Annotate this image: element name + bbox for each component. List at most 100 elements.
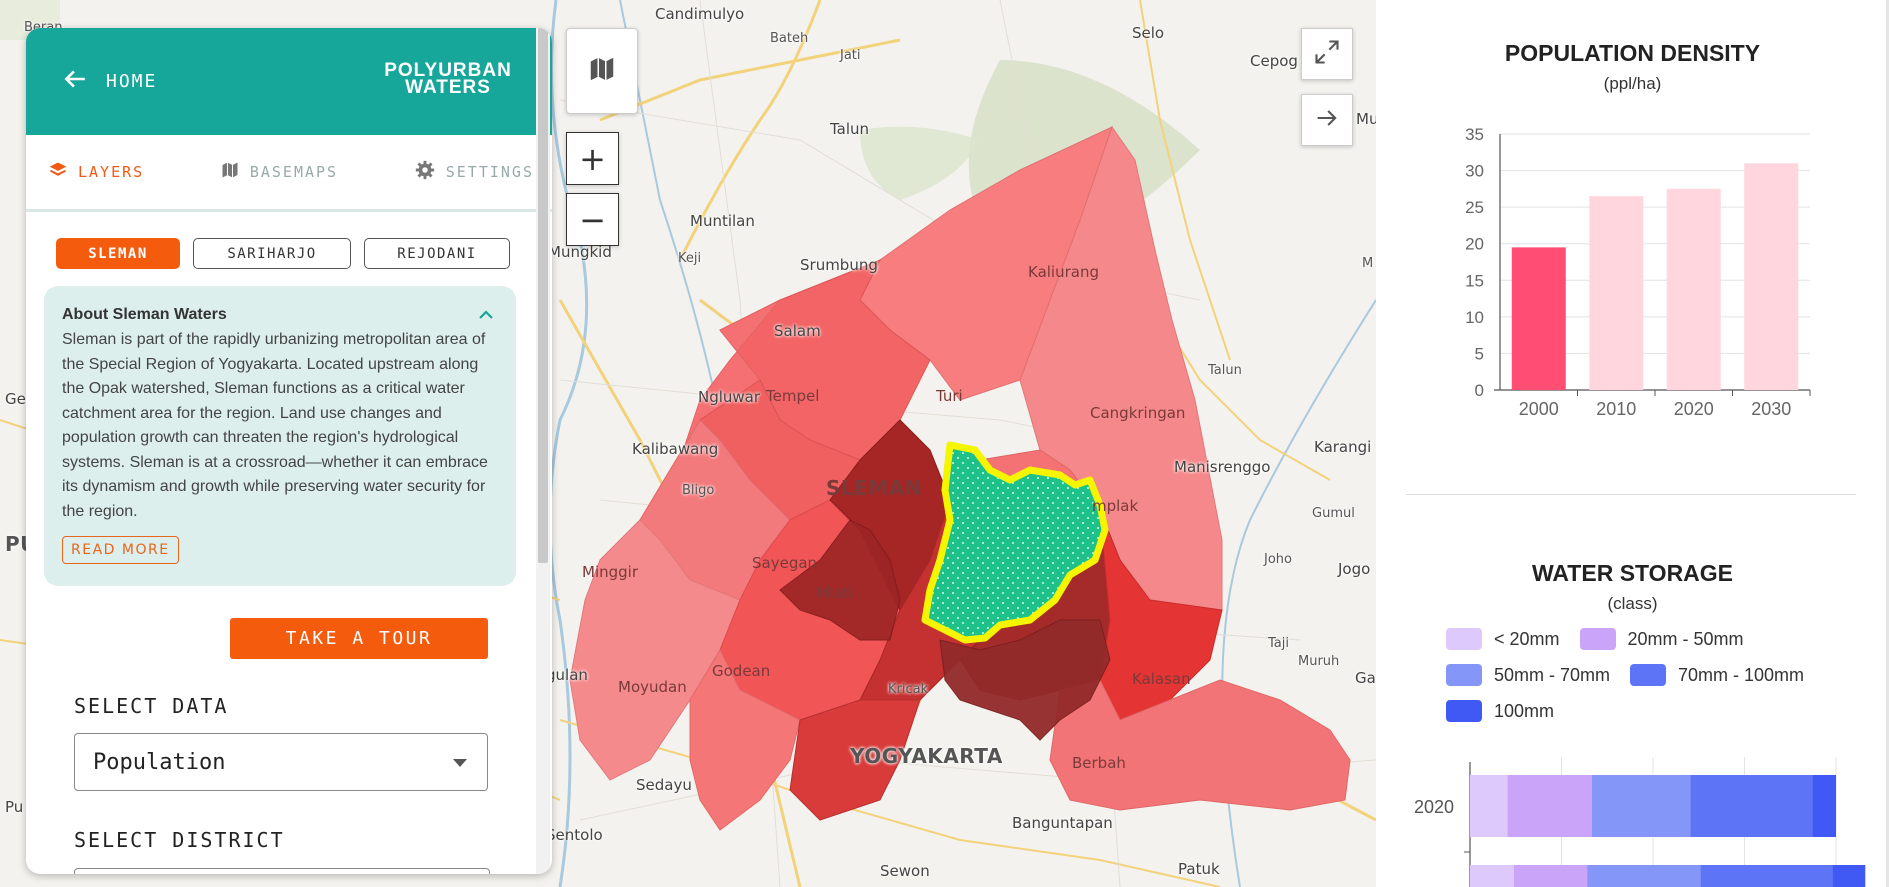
map-label: Cangkringan	[1090, 404, 1186, 422]
map-label: Mlati	[816, 584, 853, 602]
map-label: Srumbung	[800, 256, 878, 274]
water-storage-legend: < 20mm 20mm - 50mm 50mm - 70mm 70mm - 100mm…	[1446, 628, 1866, 722]
legend-item[interactable]: 100mm	[1446, 700, 1554, 722]
map-label: Minggir	[582, 563, 638, 581]
map-label: Sewon	[880, 862, 930, 880]
zoom-out-button[interactable]: −	[566, 193, 619, 246]
tab-settings[interactable]: SETTINGS	[414, 159, 534, 185]
region-selector: SLEMAN SARIHARJO REJODANI	[26, 212, 552, 269]
segment-2020[interactable]	[1592, 775, 1691, 837]
map-label: gulan	[546, 666, 588, 684]
legend-label: 20mm - 50mm	[1627, 628, 1744, 649]
map-label: Kalibawang	[632, 440, 719, 458]
select-district-dropdown[interactable]	[74, 868, 490, 874]
map-label: Pu	[5, 798, 24, 816]
map-label: Ge	[5, 390, 26, 408]
map-label: YOGYAKARTA	[850, 744, 1003, 768]
sidebar-header: HOME POLYURBAN WATERS	[26, 28, 552, 135]
map-label: Taji	[1268, 636, 1289, 651]
map-label: M	[1362, 256, 1374, 271]
tab-layers[interactable]: LAYERS	[48, 160, 144, 184]
y-tick-label: 10	[1465, 308, 1484, 327]
fullscreen-button[interactable]	[1301, 28, 1353, 80]
legend-swatch	[1446, 664, 1482, 686]
map-label: Berbah	[1072, 754, 1126, 772]
select-data-label: SELECT DATA	[74, 694, 229, 718]
segment-2020[interactable]	[1470, 775, 1508, 837]
map-label: Patuk	[1178, 860, 1220, 878]
y-tick-label: 15	[1465, 271, 1484, 290]
y-tick-label: 35	[1465, 125, 1484, 144]
zoom-in-button[interactable]: +	[566, 132, 619, 185]
take-a-tour-button[interactable]: TAKE A TOUR	[230, 618, 488, 659]
region-rejodani-button[interactable]: REJODANI	[364, 238, 510, 269]
about-title: About Sleman Waters	[62, 306, 227, 323]
segment-2020[interactable]	[1812, 775, 1836, 837]
map-label: mplak	[1092, 497, 1139, 515]
legend-swatch	[1446, 700, 1482, 722]
map-label: Kricak	[888, 682, 929, 697]
caret-down-icon	[451, 750, 469, 775]
water-chart-title: WATER STORAGE	[1531, 560, 1734, 586]
legend-item[interactable]: 50mm - 70mm	[1446, 664, 1610, 686]
map-label: SLEMAN	[826, 476, 922, 500]
segment-next[interactable]	[1587, 865, 1701, 887]
plus-icon: +	[579, 139, 606, 178]
bar-2020[interactable]	[1666, 188, 1721, 390]
arrow-right-icon	[1313, 104, 1341, 137]
legend-item[interactable]: 70mm - 100mm	[1630, 664, 1804, 686]
segment-next[interactable]	[1470, 865, 1514, 887]
map-label: Kalasan	[1132, 670, 1191, 688]
legend-label: 70mm - 100mm	[1678, 664, 1805, 685]
legend-item[interactable]: < 20mm	[1446, 628, 1560, 650]
x-tick-label: 2000	[1519, 399, 1559, 419]
map-label: Candimulyo	[655, 5, 745, 23]
segment-2020[interactable]	[1690, 775, 1813, 837]
map-label: Talun	[1208, 363, 1242, 378]
map-label: Selo	[1132, 24, 1165, 42]
map-label: Kaliurang	[1028, 263, 1099, 281]
map-label: Cepog	[1250, 52, 1298, 70]
bar-2000[interactable]	[1511, 247, 1566, 390]
x-tick-label: 2030	[1751, 399, 1791, 419]
region-sariharjo-button[interactable]: SARIHARJO	[193, 238, 351, 269]
map-label: Manisrenggo	[1174, 458, 1271, 476]
tab-settings-label: SETTINGS	[445, 163, 534, 181]
expand-icon	[1313, 38, 1341, 71]
chevron-up-icon[interactable]	[478, 308, 494, 326]
segment-next[interactable]	[1700, 865, 1833, 887]
x-tick-label: 2010	[1596, 399, 1636, 419]
map-label: Tempel	[766, 387, 820, 405]
polyurban-waters-logo: POLYURBAN WATERS	[384, 60, 512, 98]
select-data-dropdown[interactable]: Population	[74, 733, 488, 791]
bar-2030[interactable]	[1744, 163, 1799, 390]
map-label: Godean	[712, 662, 771, 680]
legend-swatch	[1446, 628, 1482, 650]
map-label: Jati	[840, 48, 861, 63]
segment-next[interactable]	[1832, 865, 1866, 887]
home-link[interactable]: HOME	[62, 66, 157, 97]
legend-label: < 20mm	[1494, 628, 1560, 649]
population-density-chart: 0 5 10 15 20 25 30 35 2000 2010 2020 2030	[1465, 125, 1811, 419]
charts-panel: POPULATION DENSITY (ppl/ha) 0 5 10 15 20 25 30…	[1376, 0, 1889, 887]
tab-basemaps[interactable]: BASEMAPS	[220, 160, 338, 184]
map-label: Bateh	[770, 31, 809, 46]
map-label: Talun	[830, 120, 870, 138]
scrollbar-thumb[interactable]	[538, 28, 548, 563]
map-icon	[220, 160, 240, 184]
y-tick-label: 25	[1465, 198, 1484, 217]
map-label: Bligo	[682, 483, 715, 498]
segment-next[interactable]	[1513, 865, 1588, 887]
region-sleman-button[interactable]: SLEMAN	[56, 238, 180, 269]
sidebar-scrollbar[interactable]	[536, 28, 550, 874]
about-text: Sleman is part of the rapidly urbanizing…	[62, 331, 488, 520]
map-label: Moyudan	[618, 678, 687, 696]
map-label: Muntilan	[690, 212, 755, 230]
bar-2010[interactable]	[1589, 196, 1644, 390]
sidebar-panel: HOME POLYURBAN WATERS LAYERS BASEMAPS SE…	[26, 28, 552, 874]
collapse-panel-button[interactable]	[1301, 94, 1353, 146]
segment-2020[interactable]	[1507, 775, 1592, 837]
basemap-toggle-button[interactable]	[566, 28, 638, 114]
read-more-button[interactable]: READ MORE	[62, 536, 179, 564]
legend-item[interactable]: 20mm - 50mm	[1579, 628, 1744, 650]
